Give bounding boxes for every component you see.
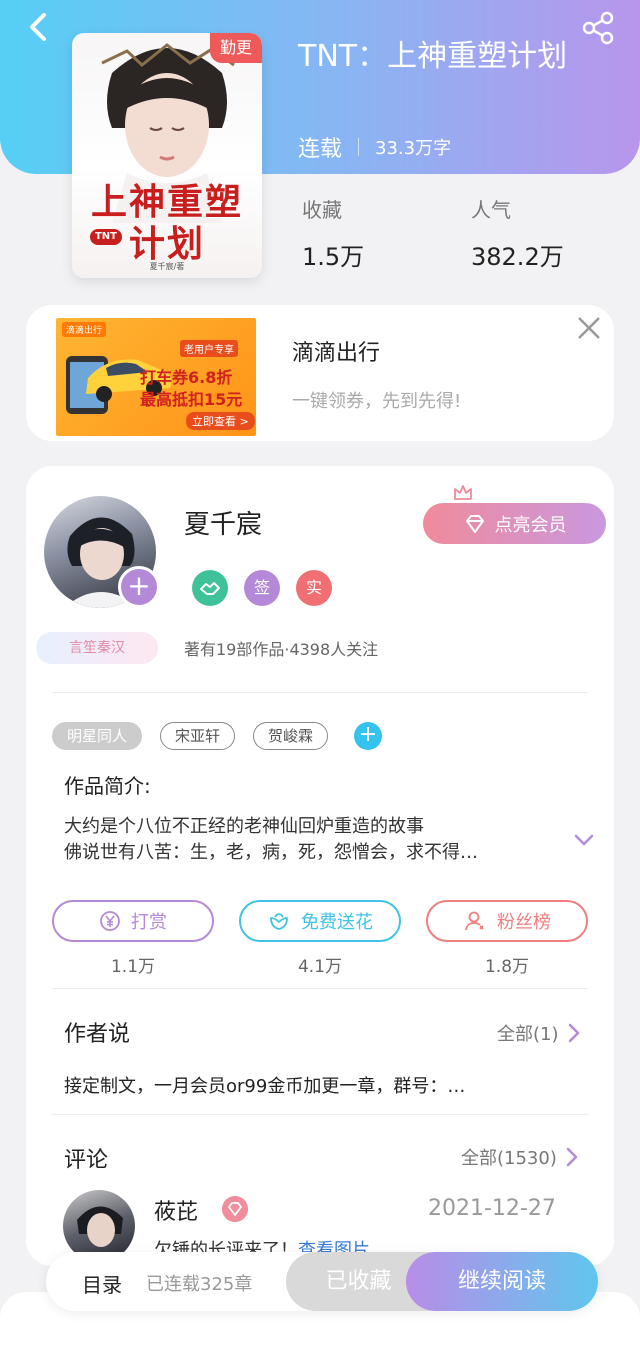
author-says-more-link[interactable]: 全部(1): [497, 1020, 581, 1046]
tag-item[interactable]: 贺峻霖: [253, 722, 329, 750]
comments-more-link[interactable]: 全部(1530): [461, 1144, 579, 1170]
tag-item[interactable]: 宋亚轩: [160, 722, 236, 750]
cover-title-art: 上神重塑计划: [90, 181, 243, 265]
divider: [52, 692, 588, 693]
close-icon[interactable]: [574, 313, 604, 343]
author-says-count: 全部(1): [497, 1024, 559, 1045]
stat-label: 收藏: [302, 198, 342, 222]
sign-badge-icon[interactable]: 签: [244, 570, 280, 606]
fan-rank-label: 粉丝榜: [497, 912, 551, 933]
vip-diamond-icon: [222, 1196, 248, 1222]
add-tag-button[interactable]: +: [354, 722, 383, 750]
comments-count: 全部(1530): [461, 1148, 557, 1169]
follow-author-button[interactable]: +: [118, 566, 160, 608]
tip-label: 打赏: [131, 912, 167, 933]
author-name: 夏千宸: [184, 510, 263, 540]
ad-line1: 打车券6.8折: [140, 368, 233, 387]
author-says-text[interactable]: 接定制文，一月会员or99金币加更一章，群号：…: [64, 1072, 465, 1098]
yen-icon: [100, 911, 120, 931]
tip-button[interactable]: 打赏: [52, 900, 214, 942]
fan-rank-count: 1.8万: [484, 957, 530, 977]
handshake-glyph: [200, 582, 220, 595]
tip-count: 1.1万: [110, 957, 156, 977]
author-badges: 签 实: [192, 570, 332, 606]
cover-update-tag: 勤更: [210, 33, 262, 63]
cover-author-text: 夏千宸/著: [149, 262, 185, 271]
stat-value: 382.2万: [471, 243, 564, 271]
author-works-info: 著有19部作品·4398人关注: [184, 640, 379, 659]
send-flower-button[interactable]: 免费送花: [239, 900, 401, 942]
comment-date: 2021-12-27: [428, 1196, 556, 1221]
word-count: 33.3万字: [375, 138, 452, 159]
ad-line2: 最高抵扣15元: [140, 390, 243, 409]
fan-rank-button[interactable]: 粉丝榜: [426, 900, 588, 942]
intro-line: 大约是个八位不正经的老神仙回炉重造的故事: [64, 816, 424, 837]
intro-label: 作品简介:: [64, 774, 151, 798]
chevron-down-icon[interactable]: [572, 828, 596, 852]
ad-badge-text: 老用户专享: [180, 340, 238, 357]
ad-image[interactable]: 滴滴出行 老用户专享 打车券6.8折 最高抵扣15元 立即查看 >: [56, 318, 256, 436]
ad-subtitle: 一键领券，先到先得!: [292, 391, 462, 412]
book-detail-card: + 夏千宸 点亮会员 签 实 言笙秦汉 著有19部作品·4398人关注 明星同人…: [26, 466, 614, 1266]
intro-text[interactable]: 大约是个八位不正经的老神仙回炉重造的故事 佛说世有八苦：生，老，病，死，怨憎会，…: [64, 814, 544, 866]
flower-count: 4.1万: [297, 957, 343, 977]
status-divider: [358, 138, 360, 156]
bottom-action-bar: 目录 已连载325章 已收藏 继续阅读: [46, 1252, 598, 1311]
stat-label: 人气: [471, 198, 511, 222]
book-title: TNT：上神重塑计划: [298, 39, 568, 74]
tag-item[interactable]: 明星同人: [52, 722, 143, 750]
user-icon: [465, 911, 484, 931]
stat-value: 1.5万: [302, 243, 365, 271]
chapter-count[interactable]: 已连载325章: [146, 1270, 252, 1296]
intro-line: 佛说世有八苦：生，老，病，死，怨憎会，求不得…: [64, 842, 478, 863]
book-status-row: 连载 33.3万字: [298, 132, 451, 162]
handshake-icon[interactable]: [192, 570, 228, 606]
toc-button[interactable]: 目录: [82, 1269, 122, 1298]
stat-popularity: 人气 382.2万: [471, 194, 564, 272]
stat-favorites: 收藏 1.5万: [302, 194, 364, 272]
author-says-title: 作者说: [64, 1022, 131, 1047]
ad-card[interactable]: 滴滴出行 老用户专享 打车券6.8折 最高抵扣15元 立即查看 > 滴滴出行 一…: [26, 305, 614, 441]
crown-icon: [454, 485, 472, 500]
serial-status: 连载: [298, 137, 343, 162]
divider: [52, 1114, 588, 1115]
cover-logo: TNT: [90, 229, 122, 245]
book-cover[interactable]: 勤更 上神重塑计划 TNT 夏千宸/著: [72, 33, 262, 278]
ad-brand-logo: 滴滴出行: [62, 322, 107, 337]
chevron-left-icon[interactable]: [22, 10, 56, 44]
diamond-icon: [465, 514, 484, 533]
chevron-right-icon: [568, 1023, 579, 1043]
book-tags: 明星同人 宋亚轩 贺峻霖 +: [52, 722, 383, 750]
continue-reading-button[interactable]: 继续阅读: [406, 1252, 598, 1311]
divider: [52, 988, 588, 989]
ad-title: 滴滴出行: [292, 341, 381, 366]
fan-tag[interactable]: 言笙秦汉: [36, 632, 158, 664]
activate-membership-button[interactable]: 点亮会员: [423, 503, 606, 544]
flower-icon: [270, 913, 288, 930]
commenter-name[interactable]: 莜芘: [154, 1194, 198, 1226]
ad-cta: 立即查看 >: [186, 412, 255, 430]
comments-title: 评论: [64, 1148, 109, 1173]
real-badge-icon[interactable]: 实: [296, 570, 332, 606]
chevron-right-icon: [566, 1147, 578, 1167]
send-flower-label: 免费送花: [301, 912, 373, 933]
member-button-label: 点亮会员: [494, 514, 567, 536]
